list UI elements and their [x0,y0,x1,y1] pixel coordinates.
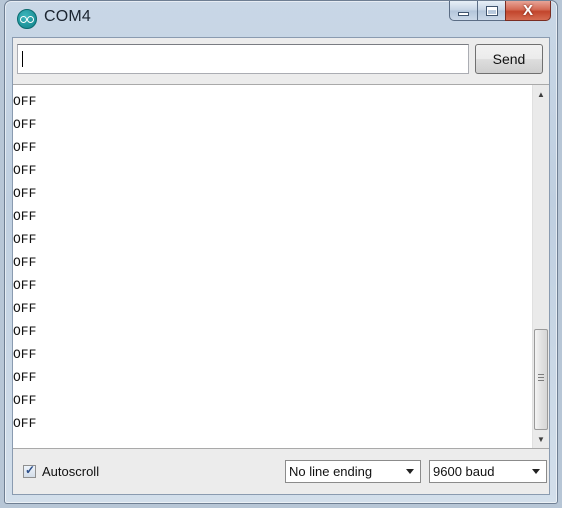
chevron-down-icon [406,469,414,474]
minimize-button[interactable] [449,1,477,21]
baud-rate-select[interactable]: 9600 baud [429,460,547,483]
scroll-down-button[interactable]: ▼ [533,431,549,447]
serial-monitor-window: COM4 X Send OFF OFF OFF OFF OFF OFF OFF … [4,0,558,504]
serial-input[interactable] [17,44,469,74]
serial-output[interactable]: OFF OFF OFF OFF OFF OFF OFF OFF OFF OFF … [13,84,549,449]
caption-buttons: X [449,1,551,21]
output-line: OFF [13,209,37,224]
serial-monitor-body: Send OFF OFF OFF OFF OFF OFF OFF OFF OFF… [12,37,550,495]
maximize-icon [485,5,498,16]
close-button[interactable]: X [505,1,551,21]
arrow-down-icon: ▼ [537,434,545,444]
arduino-icon [17,9,37,29]
minimize-icon [458,12,469,16]
line-ending-select[interactable]: No line ending [285,460,421,483]
output-line: OFF [13,301,37,316]
output-line: OFF [13,94,37,109]
output-line: OFF [13,324,37,339]
send-button[interactable]: Send [475,44,543,74]
send-row: Send [17,44,545,78]
output-lines: OFF OFF OFF OFF OFF OFF OFF OFF OFF OFF … [13,94,36,439]
maximize-button[interactable] [477,1,505,21]
vertical-scrollbar[interactable]: ▲ ▼ [532,85,549,448]
baud-rate-value: 9600 baud [433,464,495,479]
scroll-up-button[interactable]: ▲ [533,86,549,102]
line-ending-value: No line ending [289,464,373,479]
grip-icon [538,374,544,381]
output-line: OFF [13,186,37,201]
output-line: OFF [13,370,37,385]
chevron-down-icon [532,469,540,474]
title-bar[interactable]: COM4 X [5,1,557,37]
checkmark-icon: ✓ [25,463,36,477]
text-caret [22,51,23,67]
autoscroll-label: Autoscroll [42,464,100,479]
autoscroll-checkbox[interactable]: ✓ [23,463,36,478]
output-line: OFF [13,140,37,155]
output-line: OFF [13,393,37,408]
output-line: OFF [13,416,37,431]
output-line: OFF [13,163,37,178]
footer-bar: ✓ Autoscroll No line ending 9600 baud [13,456,549,490]
output-line: OFF [13,255,37,270]
close-icon: X [522,2,533,19]
output-line: OFF [13,347,37,362]
output-line: OFF [13,117,37,132]
window-title: COM4 [44,8,92,25]
autoscroll-toggle[interactable]: ✓ Autoscroll [23,463,100,479]
output-line: OFF [13,278,37,293]
arrow-up-icon: ▲ [537,89,545,99]
output-line: OFF [13,232,37,247]
scroll-thumb[interactable] [534,329,548,430]
